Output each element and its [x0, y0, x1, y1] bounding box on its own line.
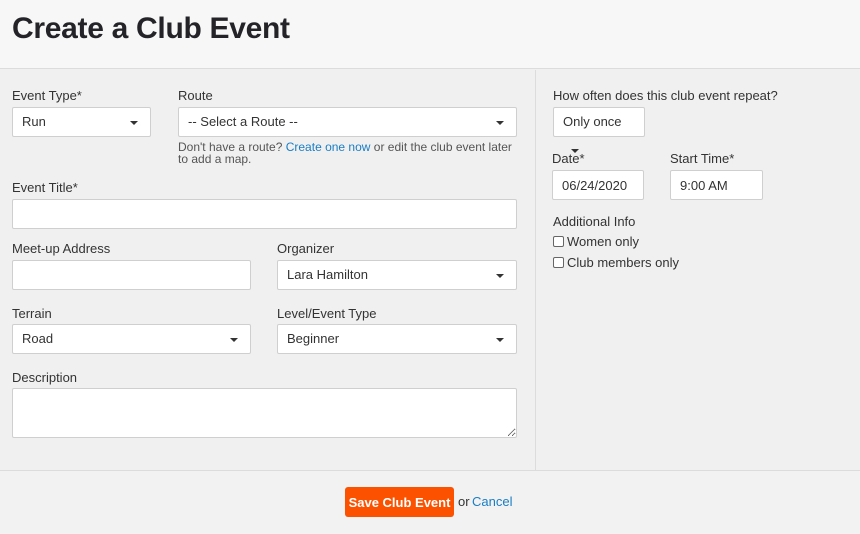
route-value: -- Select a Route -- [188, 114, 298, 129]
route-label: Route [178, 88, 213, 103]
club-members-only-checkbox[interactable] [553, 257, 564, 268]
organizer-value: Lara Hamilton [287, 267, 368, 282]
page-header: Create a Club Event [0, 0, 860, 69]
cancel-link[interactable]: Cancel [472, 494, 512, 509]
or-text: or [458, 494, 470, 509]
women-only-checkbox[interactable] [553, 236, 564, 247]
caret-down-icon [496, 274, 504, 278]
terrain-select[interactable]: Road [12, 324, 251, 354]
women-only-option[interactable]: Women only [553, 234, 639, 249]
route-select[interactable]: -- Select a Route -- [178, 107, 517, 137]
caret-down-icon [130, 121, 138, 125]
start-time-input[interactable] [670, 170, 763, 200]
additional-info-label: Additional Info [553, 214, 636, 229]
event-title-label: Event Title* [12, 180, 78, 195]
caret-down-icon [496, 338, 504, 342]
event-type-label: Event Type* [12, 88, 82, 103]
caret-down-icon [230, 338, 238, 342]
club-members-only-label: Club members only [567, 255, 679, 270]
level-label: Level/Event Type [277, 306, 377, 321]
start-time-label: Start Time* [670, 151, 735, 166]
women-only-label: Women only [567, 234, 640, 249]
description-textarea[interactable] [12, 388, 517, 438]
organizer-label: Organizer [277, 241, 335, 256]
save-club-event-button[interactable]: Save Club Event [345, 487, 454, 517]
date-input[interactable] [552, 170, 644, 200]
repeat-select[interactable]: Only once [553, 107, 645, 153]
meetup-address-label: Meet-up Address [12, 241, 111, 256]
club-members-only-option[interactable]: Club members only [553, 255, 679, 270]
event-title-input[interactable] [12, 199, 517, 229]
event-type-select[interactable]: Run [12, 107, 151, 137]
repeat-label: How often does this club event repeat? [553, 88, 778, 103]
organizer-select[interactable]: Lara Hamilton [277, 260, 517, 290]
terrain-value: Road [22, 331, 54, 346]
repeat-value: Only once [563, 114, 622, 129]
route-hint: Don't have a route? Create one now or ed… [178, 141, 518, 165]
terrain-label: Terrain [12, 306, 52, 321]
page-title: Create a Club Event [12, 12, 290, 45]
event-type-value: Run [22, 114, 46, 129]
level-value: Beginner [287, 331, 340, 346]
create-route-link[interactable]: Create one now [286, 140, 371, 154]
description-label: Description [12, 370, 78, 385]
level-select[interactable]: Beginner [277, 324, 517, 354]
meetup-address-input[interactable] [12, 260, 251, 290]
date-label: Date* [552, 151, 585, 166]
caret-down-icon [496, 121, 504, 125]
